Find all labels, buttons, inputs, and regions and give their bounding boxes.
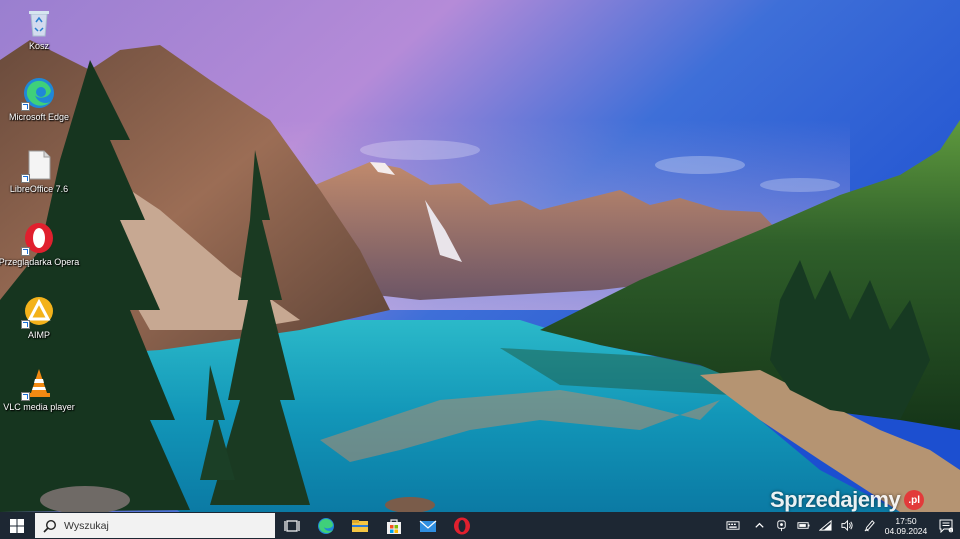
taskbar-edge[interactable] (309, 512, 343, 539)
watermark: Sprzedajemy .pl (770, 487, 925, 512)
svg-text:1: 1 (950, 528, 952, 532)
desktop-icon-aimp[interactable]: AIMP (1, 295, 77, 341)
taskbar-mail[interactable] (411, 512, 445, 539)
edge-icon (318, 517, 334, 534)
vlc-icon (21, 367, 55, 401)
task-view-button[interactable] (275, 512, 309, 539)
desktop-icon-vlc[interactable]: VLC media player (1, 367, 77, 413)
watermark-badge: .pl (904, 490, 925, 510)
desktop-icon-label: VLC media player (3, 402, 75, 412)
tray-show-hidden[interactable] (748, 512, 770, 539)
opera-icon (454, 517, 470, 534)
recycle-bin-icon (23, 6, 55, 38)
desktop-icon-label: Microsoft Edge (8, 112, 70, 122)
search-icon (43, 519, 57, 533)
store-icon (387, 518, 401, 534)
taskbar: Wyszukaj 17:50 04.09.2024 1 (0, 512, 960, 539)
virtual-keyboard-icon (726, 521, 740, 530)
chevron-up-icon (754, 522, 764, 528)
aimp-icon (21, 295, 55, 329)
tray-volume[interactable] (836, 512, 858, 539)
tray-virtual-keyboard[interactable] (718, 512, 748, 539)
taskbar-store[interactable] (377, 512, 411, 539)
mail-icon (419, 520, 437, 532)
battery-icon (796, 522, 810, 529)
taskbar-file-explorer[interactable] (343, 512, 377, 539)
desktop-icon-label: Kosz (28, 41, 49, 51)
notification-icon: 1 (939, 519, 953, 533)
libreoffice-icon (21, 149, 55, 183)
taskbar-clock[interactable]: 17:50 04.09.2024 (880, 516, 932, 536)
tray-wifi[interactable] (814, 512, 836, 539)
desktop-icon-label: LibreOffice 7.6 (9, 184, 69, 194)
start-button[interactable] (0, 512, 34, 539)
opera-icon (21, 222, 55, 256)
file-explorer-icon (352, 519, 368, 532)
task-view-icon (284, 519, 300, 532)
tray-webcam[interactable] (770, 512, 792, 539)
clock-date: 04.09.2024 (884, 525, 928, 536)
desktop-icon-recycle-bin[interactable]: Kosz (1, 6, 77, 52)
taskbar-search-box[interactable]: Wyszukaj (35, 513, 275, 538)
taskbar-opera[interactable] (445, 512, 479, 539)
desktop-icon-label: Przeglądarka Opera (0, 257, 80, 267)
system-tray: 17:50 04.09.2024 1 (718, 512, 960, 539)
desktop-wallpaper (0, 0, 960, 512)
wifi-icon (818, 519, 832, 531)
clock-time: 17:50 (895, 515, 917, 526)
tray-pen[interactable] (858, 512, 880, 539)
desktop-icon-label: AIMP (27, 330, 50, 340)
desktop-icon-libreoffice[interactable]: LibreOffice 7.6 (1, 149, 77, 195)
pen-icon (864, 520, 875, 532)
watermark-text: Sprzedajemy (770, 487, 901, 512)
webcam-icon (776, 520, 786, 532)
windows-logo-icon (10, 518, 24, 533)
desktop-icon-opera[interactable]: Przeglądarka Opera (0, 222, 80, 268)
volume-icon (840, 519, 853, 532)
tray-battery[interactable] (792, 512, 814, 539)
search-placeholder: Wyszukaj (64, 519, 109, 532)
edge-icon (21, 77, 55, 111)
action-center-button[interactable]: 1 (932, 512, 960, 539)
desktop-icon-edge[interactable]: Microsoft Edge (1, 77, 77, 123)
